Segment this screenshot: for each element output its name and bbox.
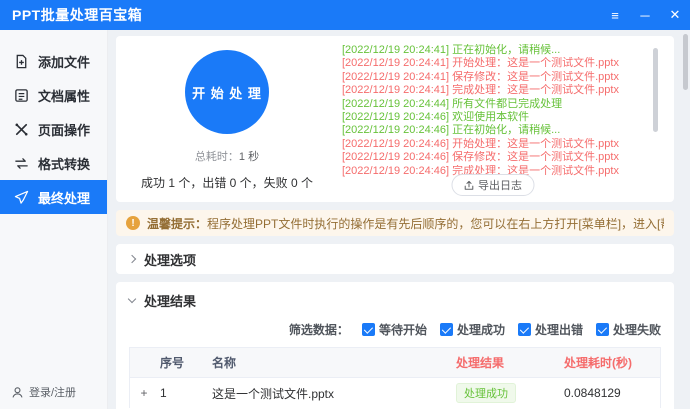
log-panel: [2022/12/19 20:24:41] 正在初始化，请稍候... [2022… [338,36,674,202]
titlebar: PPT批量处理百宝箱 ≡ ─ ✕ [0,0,690,30]
sidebar-item-label: 页面操作 [38,120,90,139]
filter-row: 筛选数据： 等待开始 处理成功 处理出错 处理失败 [129,321,661,338]
section-options-title: 处理选项 [144,250,196,269]
log-scrollbar[interactable] [653,48,658,132]
log-entry: [2022/12/19 20:24:41] 正在初始化，请稍候... [342,44,644,57]
final-process-icon [14,190,29,205]
status-badge: 处理成功 [456,383,516,403]
start-processing-button[interactable]: 开 始 处 理 [185,50,269,134]
filter-option-label: 处理失败 [613,321,661,338]
sidebar-item-label: 添加文件 [38,52,90,71]
log-entry: [2022/12/19 20:24:41] 开始处理：这是一个测试文件.pptx [342,57,644,70]
notice-prefix: 温馨提示： [147,217,207,231]
log-entry: [2022/12/19 20:24:44] 所有文件都已完成处理 [342,98,644,111]
export-icon [463,180,474,191]
table-row[interactable]: + 1 这是一个测试文件.pptx 处理成功 0.0848129 [130,377,660,408]
add-file-icon [14,54,29,69]
sidebar-item-label: 文档属性 [38,86,90,105]
login-register-label: 登录/注册 [29,384,76,400]
section-process-results: 处理结果 筛选数据： 等待开始 处理成功 处理出错 处理失败 [116,282,674,409]
row-time: 0.0848129 [564,386,660,400]
table-header-row: 序号 名称 处理结果 处理耗时(秒) [130,348,660,377]
close-button[interactable]: ✕ [660,0,690,30]
log-entry: [2022/12/19 20:24:46] 开始处理：这是一个测试文件.pptx [342,138,644,151]
doc-properties-icon [14,88,29,103]
notice-text: 温馨提示：程序处理PPT文件时执行的操作是有先后顺序的，您可以在右上方打开[菜单… [147,215,664,232]
export-log-label: 导出日志 [478,177,522,193]
sidebar-item-add-files[interactable]: 添加文件 [0,44,107,78]
elapsed-time: 总耗时：1 秒 [195,148,259,164]
log-entry: [2022/12/19 20:24:46] 保存修改：这是一个测试文件.pptx [342,151,644,164]
export-log-button[interactable]: 导出日志 [451,174,534,196]
process-controls: 开 始 处 理 总耗时：1 秒 成功 1 个，出错 0 个，失败 0 个 [116,36,338,202]
header-time: 处理耗时(秒) [564,354,660,371]
user-icon [11,386,24,399]
checkbox-checked-icon [596,323,609,336]
row-expander[interactable]: + [130,386,158,400]
minimize-button[interactable]: ─ [630,0,660,30]
elapsed-value: 1 秒 [239,151,259,163]
chevron-right-icon [128,255,136,263]
process-card: 开 始 处 理 总耗时：1 秒 成功 1 个，出错 0 个，失败 0 个 [20… [116,36,674,202]
sidebar-item-doc-properties[interactable]: 文档属性 [0,78,107,112]
results-table: 序号 名称 处理结果 处理耗时(秒) + 1 这是一个测试文件.pptx 处理成… [129,347,661,408]
filter-option-label: 处理出错 [535,321,583,338]
login-register-button[interactable]: 登录/注册 [11,384,76,400]
app-title: PPT批量处理百宝箱 [0,5,142,25]
filter-checkbox-wait-start[interactable]: 等待开始 [362,321,427,338]
sidebar-item-format-convert[interactable]: 格式转换 [0,146,107,180]
section-results-title: 处理结果 [144,291,196,310]
row-index: 1 [158,386,212,400]
window-controls: ≡ ─ ✕ [600,0,690,30]
filter-label: 筛选数据： [289,321,349,338]
results-header-toggle[interactable]: 处理结果 [129,291,661,310]
main-content: 开 始 处 理 总耗时：1 秒 成功 1 个，出错 0 个，失败 0 个 [20… [108,30,690,409]
format-convert-icon [14,156,29,171]
filter-checkbox-error[interactable]: 处理出错 [518,321,583,338]
sidebar: 添加文件 文档属性 页面操作 格式转换 最终处理 登录/注册 [0,30,108,409]
log-entry: [2022/12/19 20:24:41] 完成处理：这是一个测试文件.pptx [342,84,644,97]
sidebar-item-label: 格式转换 [38,154,90,173]
header-name: 名称 [212,354,456,371]
filter-checkbox-success[interactable]: 处理成功 [440,321,505,338]
warning-icon: ! [126,216,140,230]
checkbox-checked-icon [518,323,531,336]
log-entry: [2022/12/19 20:24:46] 欢迎使用本软件 [342,111,644,124]
notice-body: 程序处理PPT文件时执行的操作是有先后顺序的，您可以在右上方打开[菜单栏]，进入… [207,217,664,231]
sidebar-item-label: 最终处理 [38,188,90,207]
section-process-options[interactable]: 处理选项 [116,244,674,274]
header-index: 序号 [158,354,212,371]
log-entry: [2022/12/19 20:24:46] 正在初始化，请稍候... [342,124,644,137]
row-file-name: 这是一个测试文件.pptx [212,385,456,402]
main-scrollbar[interactable] [683,34,688,90]
filter-checkbox-failed[interactable]: 处理失败 [596,321,661,338]
elapsed-label: 总耗时： [195,151,239,163]
sidebar-item-page-operations[interactable]: 页面操作 [0,112,107,146]
row-result: 处理成功 [456,383,564,403]
menu-button[interactable]: ≡ [600,0,630,30]
filter-option-label: 处理成功 [457,321,505,338]
checkbox-checked-icon [440,323,453,336]
page-operations-icon [14,122,29,137]
filter-option-label: 等待开始 [379,321,427,338]
chevron-down-icon [128,295,136,303]
log-entry: [2022/12/19 20:24:41] 保存修改：这是一个测试文件.pptx [342,71,644,84]
sidebar-item-final-process[interactable]: 最终处理 [0,180,107,214]
notice-bar: ! 温馨提示：程序处理PPT文件时执行的操作是有先后顺序的，您可以在右上方打开[… [116,210,674,236]
checkbox-checked-icon [362,323,375,336]
header-result: 处理结果 [456,354,564,371]
process-stats: 成功 1 个，出错 0 个，失败 0 个 [141,174,313,191]
